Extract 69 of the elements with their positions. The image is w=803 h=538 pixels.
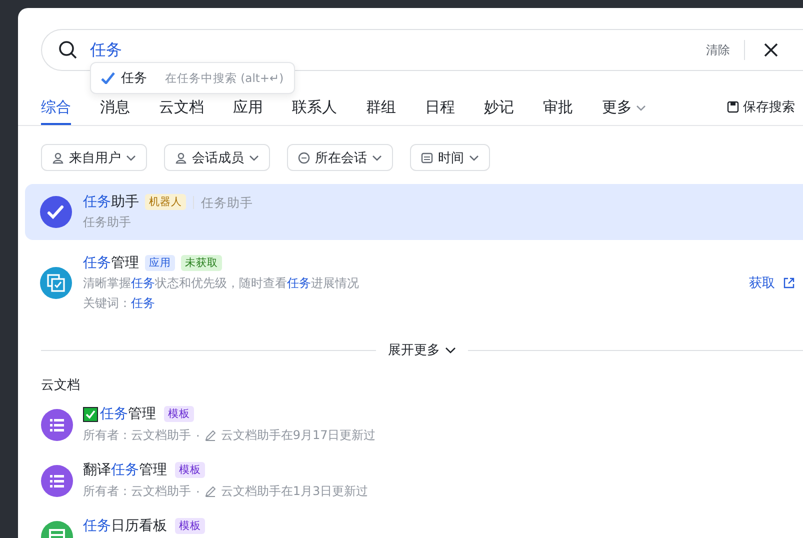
doc-title: 翻译任务管理 [83, 461, 167, 479]
save-icon [727, 101, 739, 113]
suggestion-item[interactable]: 任务 在任务中搜索 (alt+↵) [90, 62, 295, 94]
bot-avatar-icon [40, 196, 72, 228]
result-description: 清晰掌握任务状态和优先级，随时查看任务进展情况 [83, 275, 359, 292]
close-icon[interactable] [763, 42, 779, 58]
tab[interactable]: 妙记 [484, 98, 514, 125]
result-title: 任务助手 [83, 193, 139, 211]
filter-dropdown[interactable]: 会话成员 [164, 144, 270, 171]
doc-title: 任务管理 [100, 405, 156, 423]
chevron-down-icon [445, 346, 456, 354]
tab[interactable]: 消息 [100, 98, 130, 125]
tab[interactable]: 联系人 [292, 98, 337, 125]
dot-separator: · [196, 484, 200, 498]
check-icon [101, 72, 115, 84]
doc-owner: 所有者：云文档助手 [83, 427, 191, 444]
clear-button[interactable]: 清除 [706, 40, 745, 60]
tab[interactable]: 云文档 [159, 98, 204, 125]
tag-label: 模板 [175, 518, 205, 534]
doc-updated: 云文档助手在1月3日更新过 [220, 483, 368, 500]
user-icon [175, 152, 187, 164]
tab[interactable]: 日程 [425, 98, 455, 125]
doc-result-item[interactable]: 翻译任务管理 模板 所有者：云文档助手 · 云文档助手在1月3日更新过 [41, 461, 803, 517]
pencil-icon [204, 486, 216, 497]
search-icon [58, 40, 78, 60]
result-title: 任务管理 [83, 254, 139, 272]
tab[interactable]: 群组 [366, 98, 396, 125]
dot-separator: · [196, 428, 200, 442]
tag-label: 应用 [145, 255, 175, 271]
app-avatar-icon [40, 267, 72, 299]
doc-result-item[interactable]: 任务管理 模板 所有者：云文档助手 · 云文档助手在9月17日更新过 [41, 405, 803, 461]
chat-icon [298, 152, 310, 164]
filter-dropdown[interactable]: 来自用户 [41, 144, 147, 171]
chevron-down-icon [249, 154, 259, 160]
calendar-icon [421, 152, 433, 164]
chevron-down-icon [126, 154, 136, 160]
tag-label: 未获取 [181, 255, 222, 271]
tab[interactable]: 审批 [543, 98, 573, 125]
pencil-icon [204, 430, 216, 441]
user-icon [52, 152, 64, 164]
tab[interactable]: 应用 [233, 98, 263, 125]
expand-more-button[interactable]: 展开更多 [388, 341, 456, 359]
filter-dropdown[interactable]: 所在会话 [287, 144, 393, 171]
tab[interactable]: 综合 [41, 98, 71, 125]
tab[interactable]: 更多 [602, 98, 646, 125]
result-description: 任务助手 [83, 214, 131, 231]
tag-label: 机器人 [145, 194, 186, 210]
chevron-down-icon [469, 154, 479, 160]
result-alias: 任务助手 [193, 196, 253, 208]
external-link-icon [783, 277, 795, 289]
doc-title: 任务日历看板 [83, 517, 167, 535]
suggestion-label: 任务 [121, 70, 147, 87]
tag-label: 模板 [175, 462, 205, 478]
doc-result-item[interactable]: 任务日历看板 模板 [41, 517, 803, 538]
doc-owner: 所有者：云文档助手 [83, 483, 191, 500]
get-app-link[interactable]: 获取 [749, 274, 795, 292]
chevron-down-icon [636, 104, 646, 110]
result-description: 关键词：任务 [83, 295, 155, 312]
document-avatar-icon [41, 465, 73, 497]
filter-dropdown[interactable]: 时间 [410, 144, 490, 171]
document-avatar-icon [41, 409, 73, 441]
search-result-item[interactable]: 任务助手 机器人 任务助手 任务助手 [25, 184, 803, 240]
tag-label: 模板 [164, 406, 194, 422]
chevron-down-icon [372, 154, 382, 160]
suggestion-hint: 在任务中搜索 (alt+↵) [165, 70, 284, 86]
search-query: 任务 [90, 40, 123, 60]
save-search-button[interactable]: 保存搜索 [727, 98, 795, 125]
doc-updated: 云文档助手在9月17日更新过 [220, 427, 376, 444]
section-heading: 云文档 [41, 377, 81, 394]
